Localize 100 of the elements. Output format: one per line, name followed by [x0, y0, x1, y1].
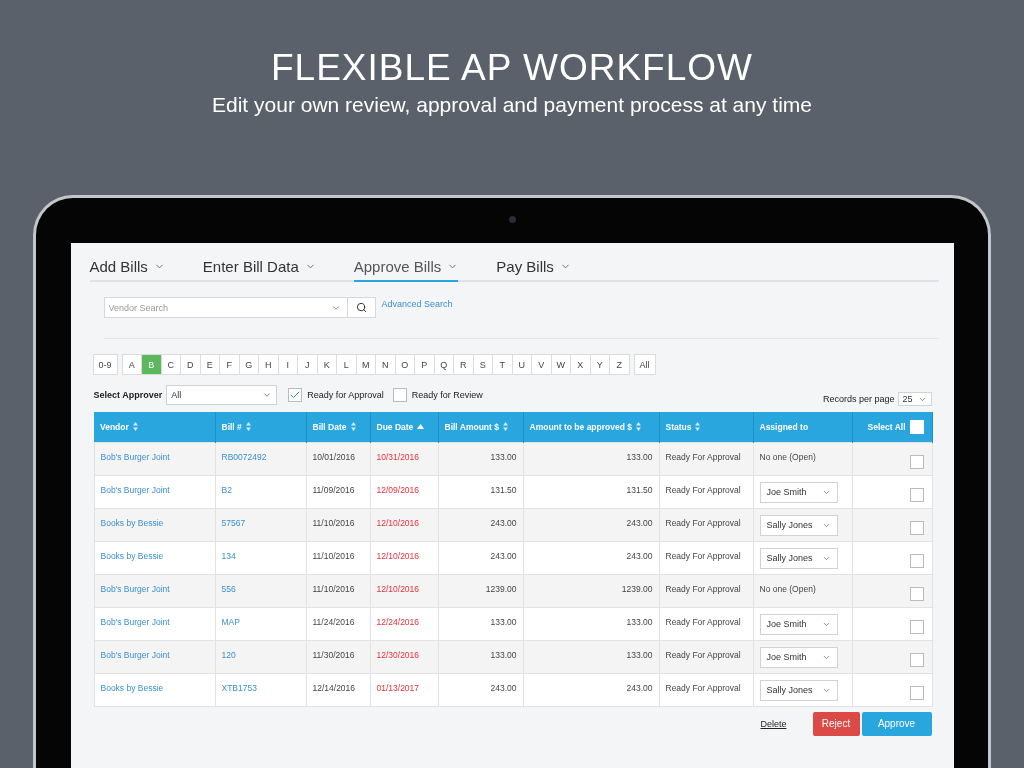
select-all-checkbox[interactable]: [909, 419, 924, 434]
records-per-page-label: Records per page: [822, 394, 895, 404]
bill-number-link[interactable]: MAP: [215, 607, 306, 640]
sort-icon[interactable]: [502, 422, 508, 432]
subheadline: Edit your own review, approval and payment process at any time: [212, 93, 812, 117]
status-cell: Ready For Approval: [659, 607, 753, 640]
caret-icon: [262, 390, 273, 400]
row-checkbox[interactable]: [909, 685, 924, 700]
vendor-link[interactable]: Books by Bessie: [94, 541, 215, 574]
letter-filter[interactable]: L: [336, 354, 357, 375]
bill-number-link[interactable]: XTB1753: [215, 673, 306, 706]
search-button[interactable]: [347, 297, 376, 318]
row-checkbox[interactable]: [909, 586, 924, 601]
vendor-search-input[interactable]: Vendor Search: [104, 302, 331, 313]
due-date-cell: 12/10/2016: [370, 508, 438, 541]
letter-filter[interactable]: 0-9: [92, 354, 118, 375]
assignee-select[interactable]: Sally Jones: [759, 547, 838, 569]
table-cell: 11/10/2016: [306, 574, 370, 607]
row-checkbox[interactable]: [909, 520, 924, 535]
letter-filter[interactable]: V: [531, 354, 552, 375]
due-date-cell: 10/31/2016: [370, 442, 438, 475]
status-cell: Ready For Approval: [659, 508, 753, 541]
table-cell: 1239.00: [523, 574, 659, 607]
letter-filter[interactable]: X: [570, 354, 591, 375]
letter-filter[interactable]: A: [121, 354, 142, 375]
table-cell: 133.00: [438, 607, 523, 640]
table-cell: 243.00: [523, 541, 659, 574]
status-cell: Ready For Approval: [659, 475, 753, 508]
row-checkbox[interactable]: [909, 487, 924, 502]
select-all-label: Select All: [867, 421, 906, 432]
status-cell: Ready For Approval: [659, 442, 753, 475]
table-cell: 243.00: [438, 673, 523, 706]
row-checkbox[interactable]: [909, 553, 924, 568]
sort-icon[interactable]: [132, 422, 138, 432]
letter-filter[interactable]: F: [219, 354, 240, 375]
table-cell: 243.00: [438, 508, 523, 541]
letter-filter[interactable]: P: [414, 354, 435, 375]
table-cell: 12/14/2016: [306, 673, 370, 706]
table-cell: 10/01/2016: [306, 442, 370, 475]
status-cell: Ready For Approval: [659, 673, 753, 706]
letter-filter[interactable]: Z: [609, 354, 630, 375]
letter-filter[interactable]: N: [375, 354, 396, 375]
status-cell: Ready For Approval: [659, 574, 753, 607]
table-cell: 11/30/2016: [306, 640, 370, 673]
assignee-select[interactable]: Joe Smith: [759, 481, 838, 503]
bill-number-link[interactable]: 134: [215, 541, 306, 574]
due-date-cell: 12/30/2016: [370, 640, 438, 673]
table-cell: 243.00: [438, 541, 523, 574]
records-per-page-select[interactable]: 25: [897, 392, 932, 406]
bill-number-link[interactable]: B2: [215, 475, 306, 508]
table-cell: 133.00: [523, 640, 659, 673]
table-cell: 133.00: [438, 442, 523, 475]
table-cell: 11/09/2016: [306, 475, 370, 508]
vendor-link[interactable]: Books by Bessie: [94, 673, 215, 706]
table-cell: 11/24/2016: [306, 607, 370, 640]
assignee-select[interactable]: Joe Smith: [759, 613, 838, 635]
tab[interactable]: Pay Bills: [496, 255, 571, 282]
sort-icon[interactable]: [695, 422, 701, 432]
row-checkbox[interactable]: [909, 652, 924, 667]
table-cell: 243.00: [523, 673, 659, 706]
table-cell: 11/10/2016: [306, 508, 370, 541]
row-checkbox[interactable]: [909, 454, 924, 469]
checkbox[interactable]: [392, 388, 407, 402]
vendor-search-field[interactable]: Vendor Search: [103, 297, 348, 318]
tab[interactable]: Approve Bills: [353, 255, 459, 282]
status-cell: Ready For Approval: [659, 640, 753, 673]
vendor-link[interactable]: Bob's Burger Joint: [94, 475, 215, 508]
due-date-cell: 01/13/2017: [370, 673, 438, 706]
assignee-select[interactable]: Sally Jones: [759, 514, 838, 536]
tab[interactable]: Enter Bill Data: [202, 255, 316, 282]
letter-filter[interactable]: R: [453, 354, 474, 375]
table-cell: 131.50: [438, 475, 523, 508]
assignee-cell: No one (Open): [753, 442, 852, 475]
table-cell: 133.00: [438, 640, 523, 673]
approver-select[interactable]: All: [166, 385, 278, 405]
filter-label: Ready for Approval: [307, 390, 384, 400]
assignee-select[interactable]: Sally Jones: [759, 679, 838, 701]
row-checkbox[interactable]: [909, 619, 924, 634]
assignee-cell: No one (Open): [753, 574, 852, 607]
table-cell: 133.00: [523, 442, 659, 475]
letter-filter[interactable]: J: [297, 354, 318, 375]
sort-icon[interactable]: [636, 422, 641, 432]
filter-label: Ready for Review: [411, 390, 483, 400]
sort-up-icon[interactable]: [417, 424, 425, 430]
due-date-cell: 12/10/2016: [370, 574, 438, 607]
letter-filter[interactable]: All: [633, 354, 656, 375]
letter-filter[interactable]: D: [180, 354, 201, 375]
sort-icon[interactable]: [350, 422, 356, 432]
checkbox[interactable]: [288, 388, 303, 402]
headline: FLEXIBLE AP WORKFLOW: [271, 47, 753, 89]
sort-icon[interactable]: [245, 422, 251, 432]
delete-link[interactable]: Delete: [760, 718, 787, 729]
tab[interactable]: Add Bills: [89, 255, 165, 282]
vendor-link[interactable]: Bob's Burger Joint: [94, 607, 215, 640]
letter-filter[interactable]: H: [258, 354, 279, 375]
table-cell: 1239.00: [438, 574, 523, 607]
letter-filter[interactable]: T: [492, 354, 513, 375]
table-cell: 11/10/2016: [306, 541, 370, 574]
assignee-select[interactable]: Joe Smith: [759, 646, 838, 668]
reject-button[interactable]: Reject: [812, 711, 860, 736]
